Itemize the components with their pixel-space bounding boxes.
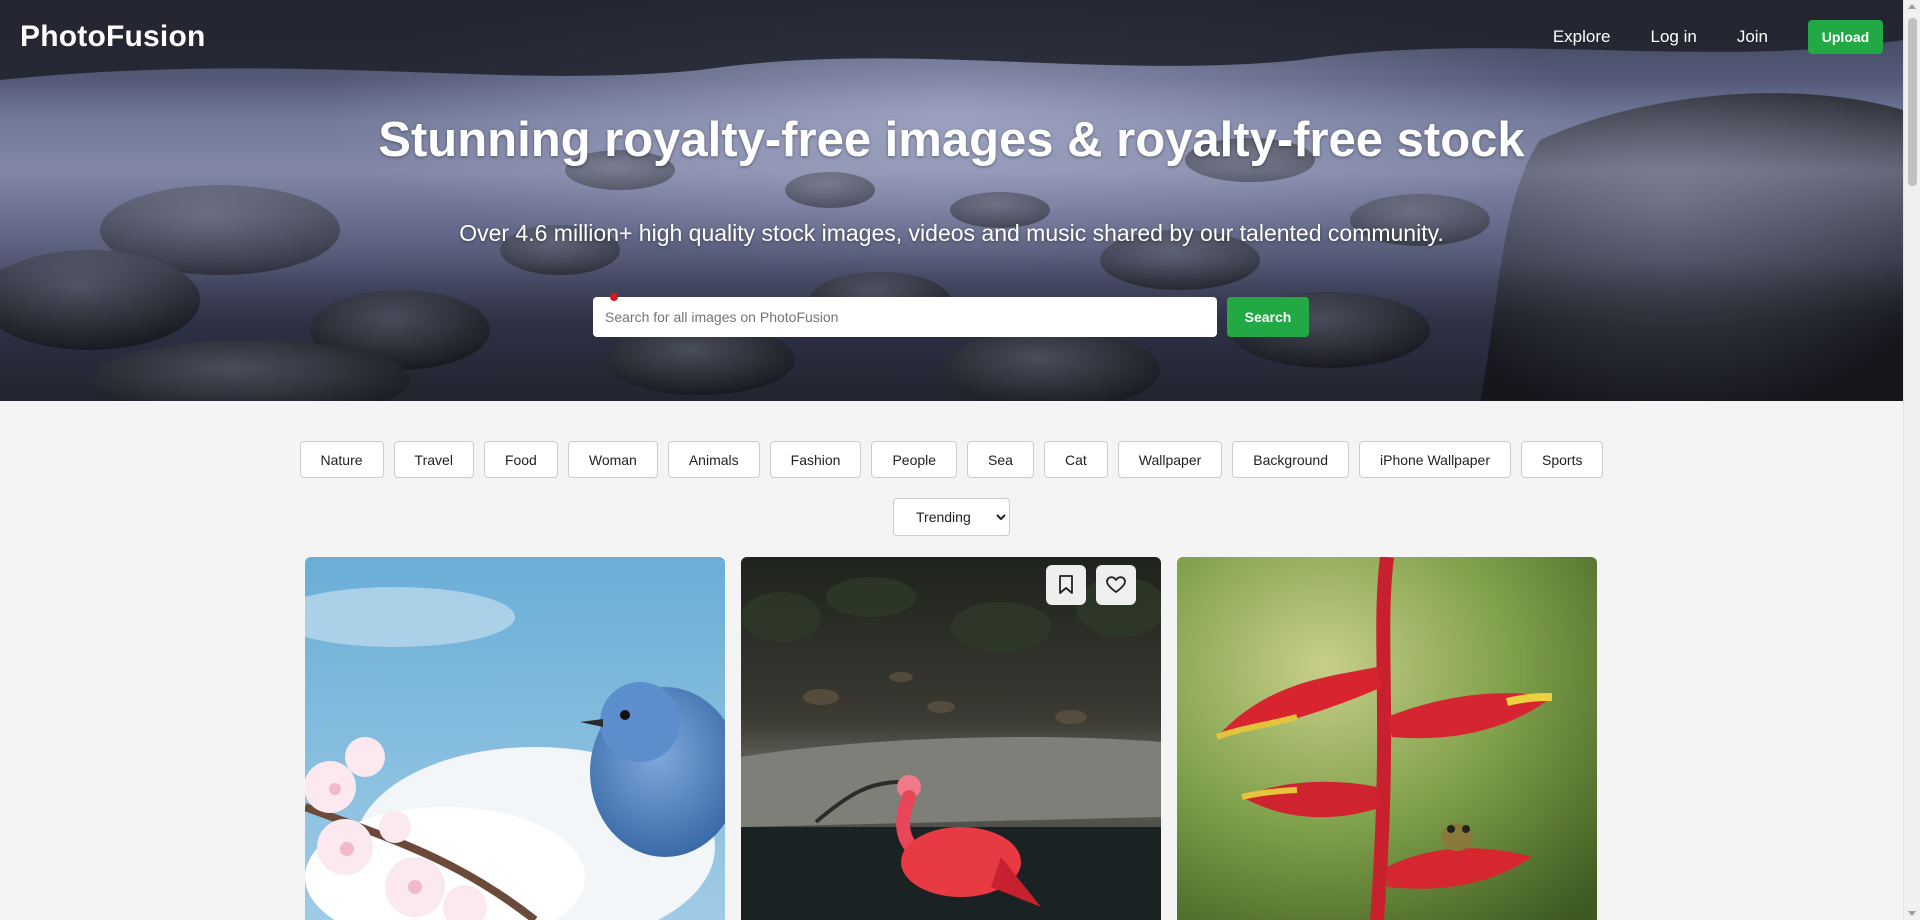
tag-nature[interactable]: Nature bbox=[299, 441, 384, 478]
scroll-down-arrow-icon[interactable] bbox=[1908, 911, 1916, 916]
tag-people[interactable]: People bbox=[871, 441, 958, 478]
heliconia-photo bbox=[1177, 557, 1597, 920]
nav-login-link[interactable]: Log in bbox=[1650, 27, 1696, 47]
like-button[interactable] bbox=[1096, 565, 1136, 605]
search-input[interactable] bbox=[593, 297, 1217, 337]
hero-title: Stunning royalty-free images & royalty-f… bbox=[378, 113, 1525, 167]
bird-photo bbox=[305, 557, 725, 920]
tag-food[interactable]: Food bbox=[483, 441, 558, 478]
upload-button[interactable]: Upload bbox=[1808, 20, 1883, 54]
tag-cat[interactable]: Cat bbox=[1043, 441, 1108, 478]
gallery-image-card[interactable] bbox=[1177, 557, 1597, 920]
heart-icon bbox=[1106, 576, 1126, 593]
search-bar: Search bbox=[593, 297, 1309, 337]
card-actions bbox=[1046, 565, 1136, 605]
top-navbar: PhotoFusion Explore Log in Join Upload bbox=[0, 0, 1903, 80]
bookmark-icon bbox=[1059, 575, 1073, 594]
nav-explore-link[interactable]: Explore bbox=[1553, 27, 1611, 47]
bookmark-button[interactable] bbox=[1046, 565, 1086, 605]
sort-control: Trending bbox=[893, 498, 1010, 536]
gallery-image-card[interactable] bbox=[305, 557, 725, 920]
hero-subtitle: Over 4.6 million+ high quality stock ima… bbox=[459, 220, 1444, 246]
brand-logo[interactable]: PhotoFusion bbox=[20, 20, 206, 54]
mouse-cursor-indicator bbox=[610, 293, 618, 301]
ibis-photo bbox=[741, 557, 1161, 920]
scroll-up-arrow-icon[interactable] bbox=[1908, 4, 1916, 9]
hero-banner: PhotoFusion Explore Log in Join Upload S… bbox=[0, 0, 1903, 401]
tag-sea[interactable]: Sea bbox=[967, 441, 1034, 478]
scroll-thumb[interactable] bbox=[1908, 18, 1917, 186]
tag-fashion[interactable]: Fashion bbox=[769, 441, 862, 478]
tag-woman[interactable]: Woman bbox=[567, 441, 658, 478]
page-scrollbar[interactable] bbox=[1903, 0, 1920, 920]
search-button[interactable]: Search bbox=[1227, 297, 1309, 337]
tag-sports[interactable]: Sports bbox=[1521, 441, 1604, 478]
sort-select[interactable]: Trending bbox=[893, 498, 1010, 536]
category-tags: Nature Travel Food Woman Animals Fashion… bbox=[0, 441, 1903, 478]
gallery-image-card[interactable] bbox=[741, 557, 1161, 920]
tag-wallpaper[interactable]: Wallpaper bbox=[1117, 441, 1223, 478]
tag-travel[interactable]: Travel bbox=[393, 441, 474, 478]
tag-animals[interactable]: Animals bbox=[667, 441, 760, 478]
tag-iphone-wallpaper[interactable]: iPhone Wallpaper bbox=[1359, 441, 1511, 478]
tag-background[interactable]: Background bbox=[1232, 441, 1349, 478]
nav-join-link[interactable]: Join bbox=[1737, 27, 1768, 47]
main-nav: Explore Log in Join Upload bbox=[1553, 20, 1883, 54]
